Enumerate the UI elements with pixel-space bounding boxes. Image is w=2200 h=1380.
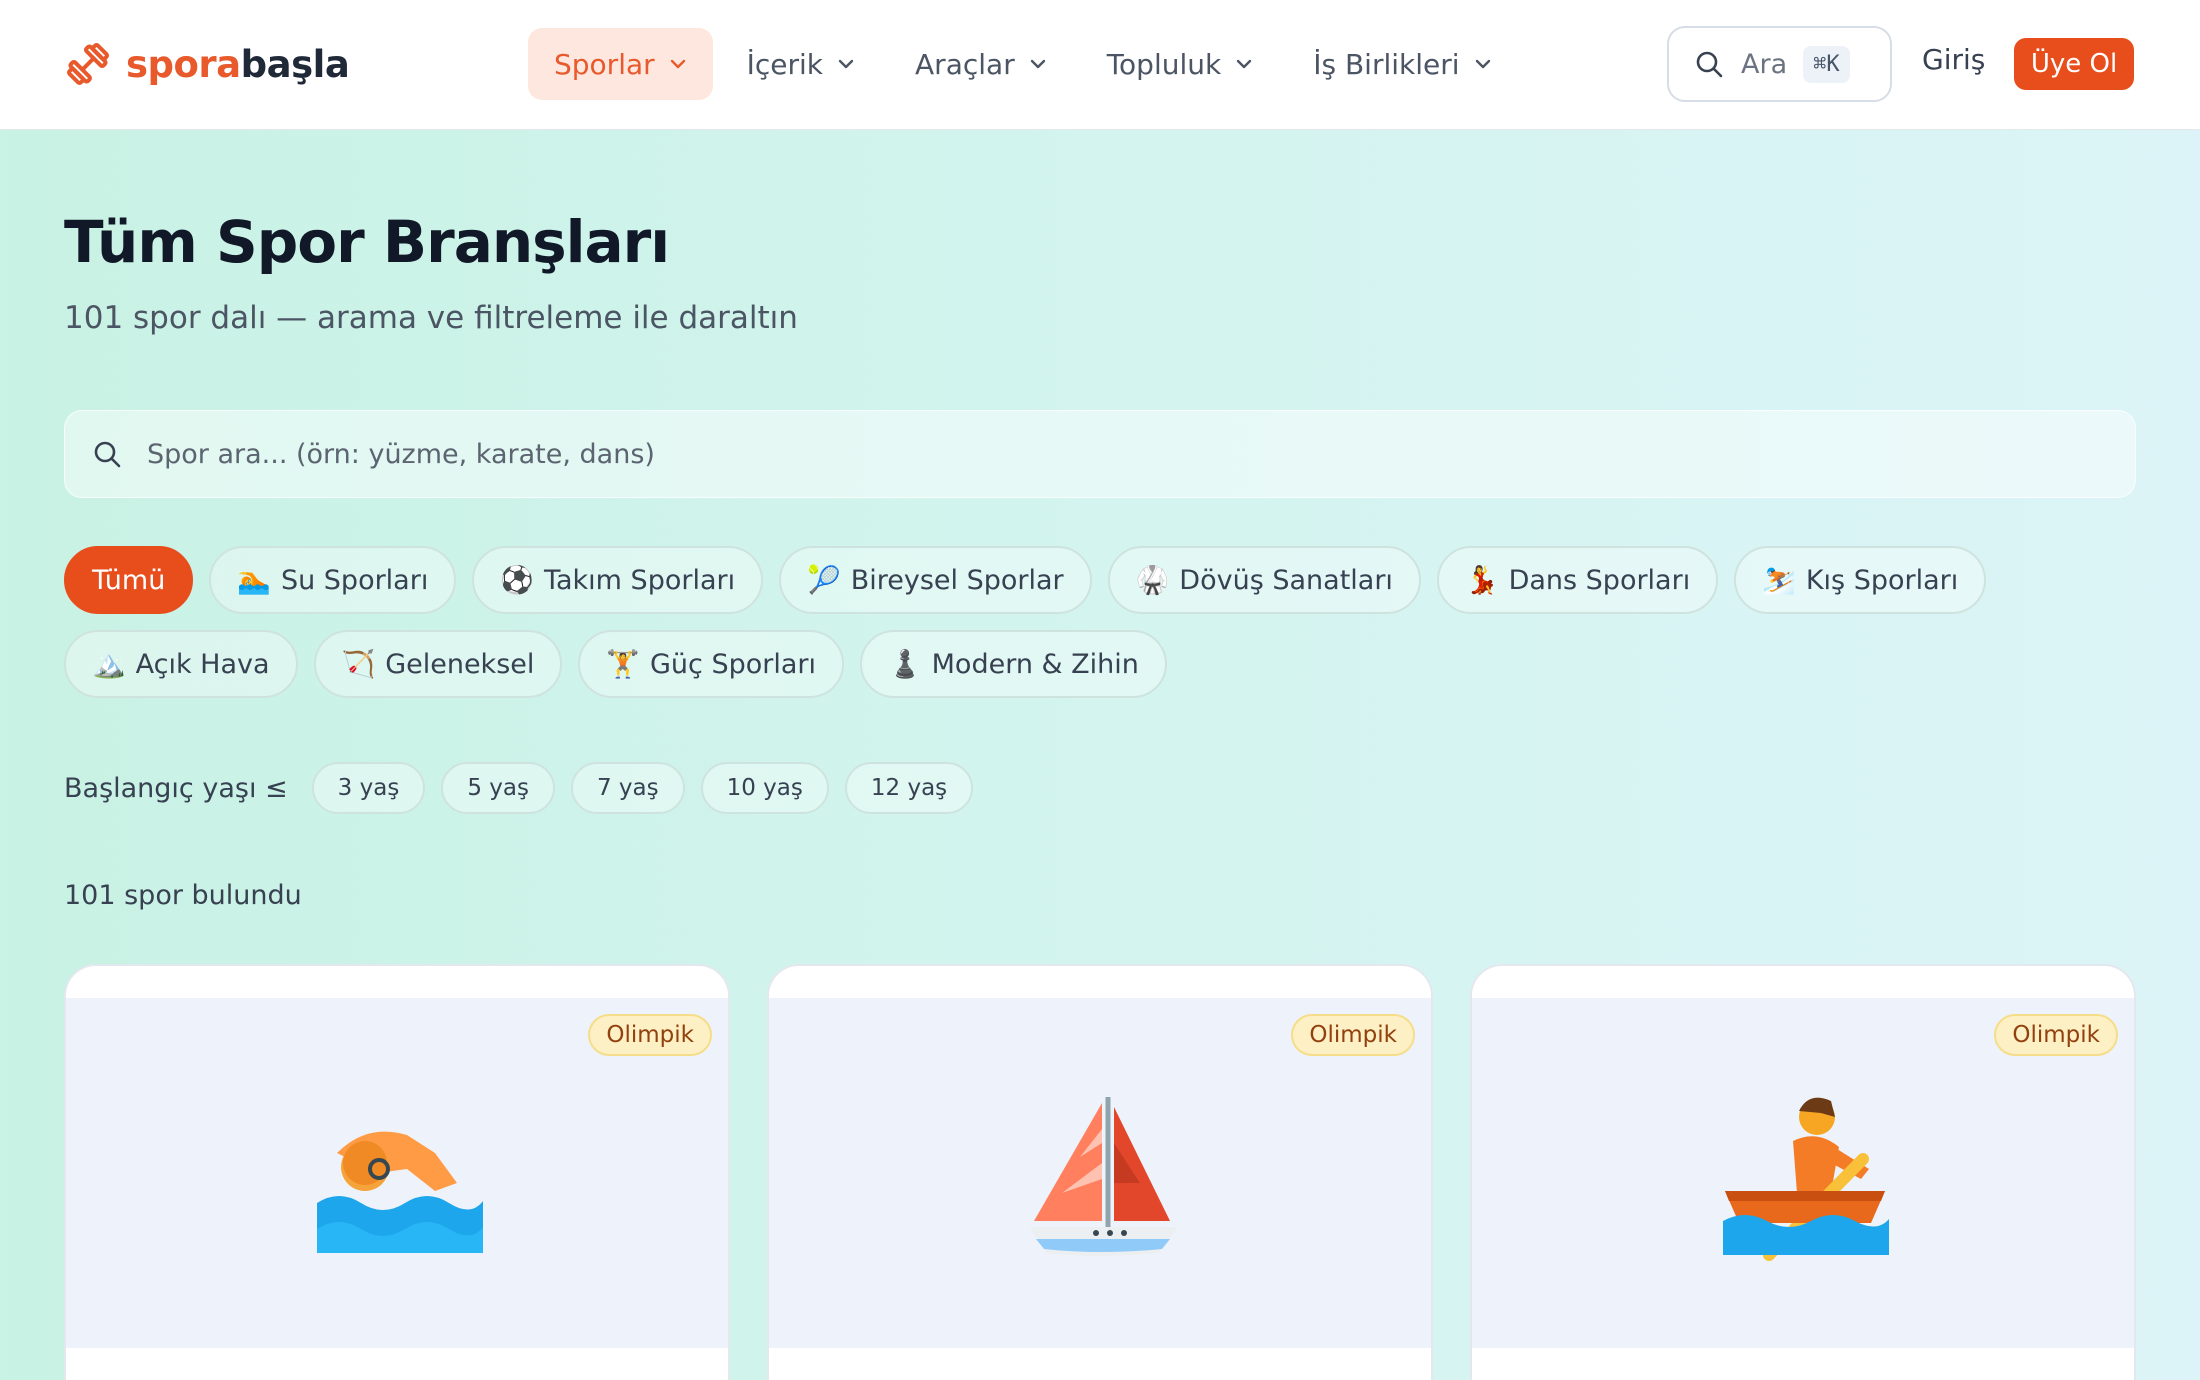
olympic-badge: Olimpik [1994, 1014, 2118, 1056]
sport-card[interactable]: Olimpik [1470, 964, 2136, 1380]
nav-label: İçerik [746, 47, 824, 81]
sport-card[interactable]: Olimpik [64, 964, 730, 1380]
logo[interactable]: sporabaşla [64, 38, 350, 90]
keyboard-shortcut: ⌘K [1803, 45, 1850, 83]
weightlifter-icon: 🏋️ [606, 649, 640, 680]
nav-sporlar[interactable]: Sporlar [528, 28, 713, 100]
age-chip-5[interactable]: 5 yaş [441, 762, 555, 814]
category-chip-strength[interactable]: 🏋️ Güç Sporları [578, 630, 845, 698]
age-chip-10[interactable]: 10 yaş [700, 762, 829, 814]
nav-topluluk[interactable]: Topluluk [1081, 28, 1280, 100]
chevron-down-icon [1475, 59, 1490, 69]
nav-icerik[interactable]: İçerik [721, 28, 881, 100]
nav-label: İş Birlikleri [1313, 47, 1460, 81]
chevron-down-icon [1030, 59, 1045, 69]
sport-search-bar [64, 410, 2136, 498]
chip-label: Bireysel Sporlar [850, 564, 1064, 596]
martial-arts-uniform-icon: 🥋 [1135, 565, 1170, 596]
top-header: sporabaşla Sporlar İçerik Araçlar Toplul… [0, 0, 2200, 130]
age-chip-3[interactable]: 3 yaş [311, 762, 426, 814]
page-title: Tüm Spor Branşları [64, 208, 670, 276]
category-chip-mind[interactable]: ♟️ Modern & Zihin [860, 630, 1167, 698]
login-link[interactable]: Giriş [1922, 43, 1985, 76]
chess-pawn-icon: ♟️ [888, 649, 922, 680]
age-filter: Başlangıç yaşı ≤ 3 yaş 5 yaş 7 yaş 10 ya… [64, 762, 974, 814]
mountain-icon: 🏔️ [92, 649, 126, 680]
nav-is-birlikleri[interactable]: İş Birlikleri [1287, 28, 1517, 100]
category-chip-water[interactable]: 🏊 Su Sporları [209, 546, 457, 614]
sailboat-icon [1030, 1097, 1178, 1256]
category-chip-martial-arts[interactable]: 🥋 Dövüş Sanatları [1107, 546, 1421, 614]
age-chip-7[interactable]: 7 yaş [570, 762, 685, 814]
dumbbell-icon [67, 43, 109, 85]
chip-label: Kış Sporları [1805, 564, 1959, 596]
result-count: 101 spor bulundu [64, 880, 302, 911]
swimmer-icon: 🏊 [237, 565, 271, 596]
chip-label: Takım Sporları [543, 564, 736, 596]
header-search-button[interactable]: Ara ⌘K [1667, 26, 1892, 102]
chip-label: Modern & Zihin [931, 648, 1139, 680]
signup-button[interactable]: Üye Ol [2014, 38, 2134, 90]
age-chip-12[interactable]: 12 yaş [844, 762, 974, 814]
sport-card[interactable]: Olimpik [767, 964, 1433, 1380]
category-chip-individual[interactable]: 🎾 Bireysel Sporlar [779, 546, 1092, 614]
olympic-badge: Olimpik [588, 1014, 712, 1056]
dancer-icon: 💃 [1464, 565, 1499, 596]
swimmer-icon [317, 1131, 483, 1253]
chip-label: Dövüş Sanatları [1179, 564, 1393, 596]
search-button-label: Ara [1741, 48, 1788, 80]
chip-label: Tümü [92, 564, 166, 596]
page-subtitle: 101 spor dalı — arama ve filtreleme ile … [64, 300, 798, 336]
logo-text: sporabaşla [126, 42, 350, 86]
chevron-down-icon [670, 59, 685, 69]
sport-search-input[interactable] [147, 438, 2047, 470]
main-nav: Sporlar İçerik Araçlar Topluluk İş Birli… [528, 28, 1518, 100]
chip-label: Güç Sporları [650, 648, 817, 680]
nav-label: Araçlar [915, 47, 1015, 81]
search-icon [1696, 51, 1723, 78]
category-chip-traditional[interactable]: 🏹 Geleneksel [313, 630, 563, 698]
olympic-badge: Olimpik [1291, 1014, 1415, 1056]
search-icon [94, 441, 121, 468]
nav-label: Topluluk [1106, 47, 1222, 81]
category-chip-dance[interactable]: 💃 Dans Sporları [1436, 546, 1719, 614]
rowing-boat-icon [1723, 1097, 1889, 1261]
category-chip-outdoor[interactable]: 🏔️ Açık Hava [64, 630, 298, 698]
category-chip-all[interactable]: Tümü [64, 546, 194, 614]
category-chip-team[interactable]: ⚽ Takım Sporları [472, 546, 764, 614]
chip-label: Geleneksel [385, 648, 535, 680]
chip-label: Su Sporları [280, 564, 429, 596]
bow-and-arrow-icon: 🏹 [341, 649, 376, 680]
tennis-icon: 🎾 [807, 565, 841, 596]
chevron-down-icon [1237, 59, 1252, 69]
nav-araclar[interactable]: Araçlar [889, 28, 1073, 100]
category-filter: Tümü 🏊 Su Sporları ⚽ Takım Sporları 🎾 Birey… [64, 546, 2164, 698]
skier-icon: ⛷️ [1762, 565, 1796, 596]
chip-label: Dans Sporları [1508, 564, 1691, 596]
nav-label: Sporlar [554, 47, 655, 81]
age-filter-label: Başlangıç yaşı ≤ [64, 772, 288, 804]
chip-label: Açık Hava [135, 648, 270, 680]
chevron-down-icon [838, 59, 854, 69]
category-chip-winter[interactable]: ⛷️ Kış Sporları [1734, 546, 1987, 614]
soccer-ball-icon: ⚽ [500, 565, 534, 596]
